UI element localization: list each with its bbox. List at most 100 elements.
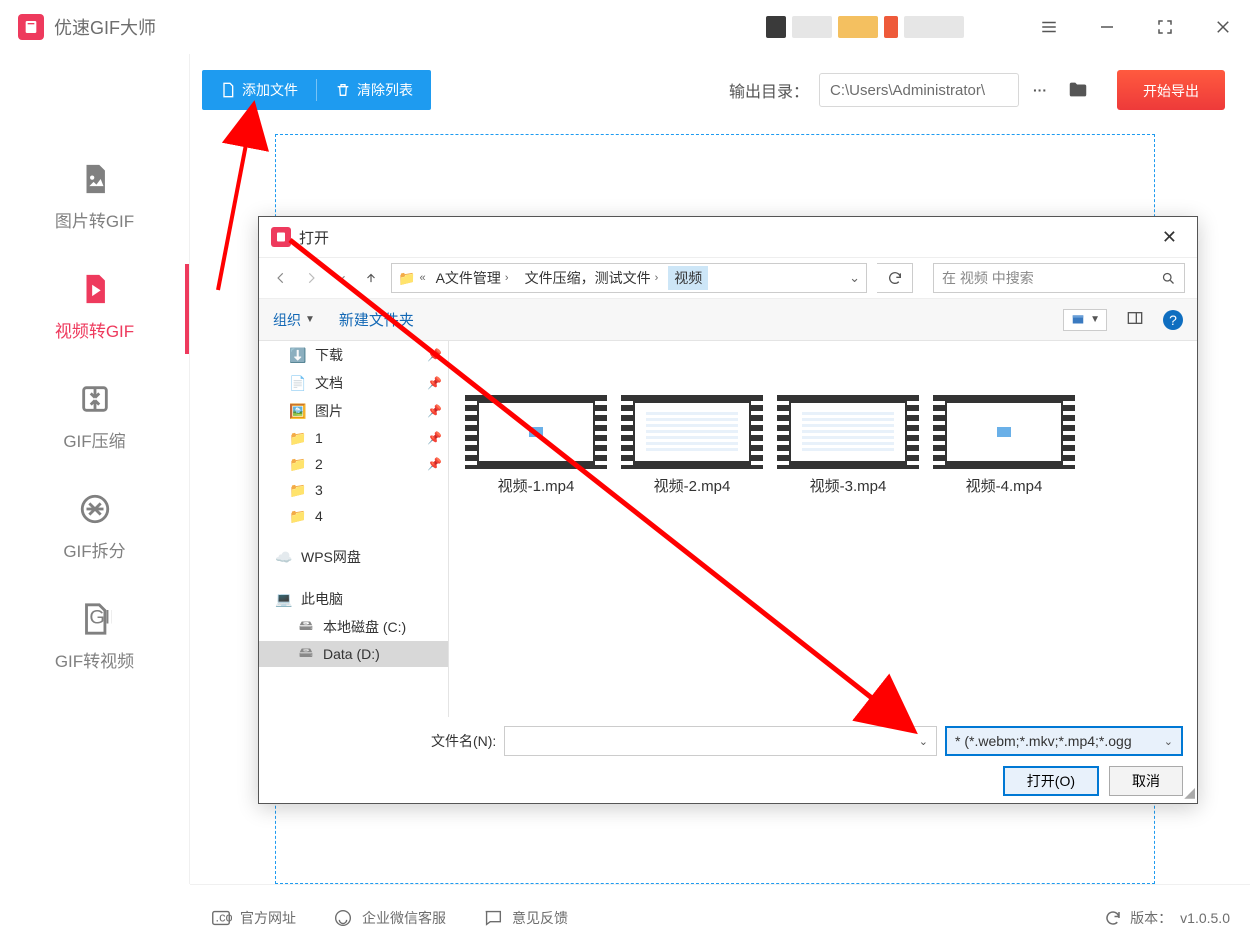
sidebar-item-gifcompress[interactable]: GIF压缩: [0, 364, 189, 474]
tree-item[interactable]: 🖴Data (D:): [259, 641, 448, 667]
filename-input[interactable]: ⌄: [504, 726, 937, 756]
footer-feedback[interactable]: 意见反馈: [482, 907, 568, 929]
tree-item[interactable]: ⬇️ 下载 📌: [259, 341, 448, 369]
file-item[interactable]: 视频-2.mp4: [619, 395, 765, 496]
tree-item[interactable]: 🖴本地磁盘 (C:): [259, 613, 448, 641]
nav-forward-button[interactable]: [301, 268, 321, 288]
resize-grip-icon[interactable]: ◢: [1184, 784, 1195, 801]
tree-item[interactable]: 📁2📌: [259, 451, 448, 477]
breadcrumb-segment[interactable]: 文件压缩，测试文件›: [519, 266, 665, 290]
dialog-bottom: 文件名(N): ⌄ * (*.webm;*.mkv;*.mp4;*.ogg⌄ 打…: [259, 717, 1197, 803]
breadcrumb-segment[interactable]: A文件管理›: [430, 266, 515, 290]
sidebar-item-gif2vid[interactable]: GIF GIF转视频: [0, 584, 189, 694]
chat-icon: [482, 907, 504, 929]
tree-item[interactable]: ☁️WPS网盘: [259, 543, 448, 571]
sidebar-label: GIF转视频: [55, 647, 134, 672]
sidebar-item-gifsplit[interactable]: GIF拆分: [0, 474, 189, 584]
search-input[interactable]: 在 视频 中搜索: [933, 263, 1185, 293]
folder-tree: ⬇️下载📌📄文档📌🖼️图片📌📁1📌📁2📌📁3📁4☁️WPS网盘💻此电脑🖴本地磁盘…: [259, 341, 449, 717]
file-item[interactable]: 视频-4.mp4: [931, 395, 1077, 496]
footer-version[interactable]: 版本： v1.0.5.0: [1104, 908, 1230, 928]
preview-pane-button[interactable]: [1125, 310, 1145, 329]
breadcrumb[interactable]: 📁 « A文件管理› 文件压缩，测试文件› 视频 ⌄: [391, 263, 867, 293]
video-thumbnail: [465, 395, 607, 469]
minimize-icon[interactable]: [1098, 18, 1116, 36]
new-folder-button[interactable]: 新建文件夹: [339, 309, 414, 330]
sidebar-label: GIF压缩: [63, 427, 125, 452]
sidebar-label: 视频转GIF: [55, 317, 134, 342]
gif-file-icon: GIF: [78, 602, 112, 639]
file-item[interactable]: 视频-1.mp4: [463, 395, 609, 496]
footer-website[interactable]: .com 官方网址: [210, 907, 296, 929]
toolbar-button-group: 添加文件 清除列表: [202, 70, 431, 110]
dialog-close-button[interactable]: ✕: [1154, 223, 1185, 252]
sidebar-item-img2gif[interactable]: 图片转GIF: [0, 144, 189, 254]
file-label: 视频-2.mp4: [654, 475, 731, 496]
export-button[interactable]: 开始导出: [1117, 70, 1225, 110]
tree-item-label: 此电脑: [301, 589, 343, 609]
filename-label: 文件名(N):: [431, 731, 496, 751]
tree-item[interactable]: 📁3: [259, 477, 448, 503]
search-placeholder: 在 视频 中搜索: [942, 268, 1034, 288]
sidebar-item-vid2gif[interactable]: 视频转GIF: [0, 254, 189, 364]
filetype-filter[interactable]: * (*.webm;*.mkv;*.mp4;*.ogg⌄: [945, 726, 1183, 756]
file-item[interactable]: 视频-3.mp4: [775, 395, 921, 496]
sidebar: 图片转GIF 视频转GIF GIF压缩 GIF拆分 GIF GIF转视频: [0, 54, 190, 884]
footer-wechat[interactable]: 企业微信客服: [332, 907, 446, 929]
tree-item-label: 下载: [315, 345, 343, 365]
website-icon: .com: [210, 907, 232, 929]
nav-recent-button[interactable]: [331, 268, 351, 288]
folder-icon: 📁: [289, 455, 307, 473]
video-thumbnail: [933, 395, 1075, 469]
open-folder-button[interactable]: [1061, 73, 1095, 107]
app-title: 优速GIF大师: [54, 14, 156, 40]
drive-icon: 🖴: [297, 618, 315, 636]
clear-list-button[interactable]: 清除列表: [317, 70, 431, 110]
breadcrumb-segment-current[interactable]: 视频: [668, 266, 708, 290]
tree-item-label: 2: [315, 456, 323, 472]
pin-icon: 📌: [427, 404, 442, 418]
tree-item-label: 1: [315, 430, 323, 446]
clear-list-label: 清除列表: [357, 80, 413, 100]
version-value: v1.0.5.0: [1180, 910, 1230, 926]
pin-icon: 📌: [427, 348, 442, 362]
fullscreen-icon[interactable]: [1156, 18, 1174, 36]
help-button[interactable]: ?: [1163, 310, 1183, 330]
file-label: 视频-4.mp4: [966, 475, 1043, 496]
output-dir-input[interactable]: C:\Users\Administrator\: [819, 73, 1019, 107]
image-file-icon: [78, 162, 112, 199]
pin-icon: 📌: [427, 376, 442, 390]
toolbar: 添加文件 清除列表 输出目录： C:\Users\Administrator\ …: [190, 54, 1250, 110]
tree-item[interactable]: 🖼️图片📌: [259, 397, 448, 425]
dialog-title: 打开: [299, 227, 329, 248]
footer-wechat-label: 企业微信客服: [362, 908, 446, 928]
drive-icon: 🖴: [297, 645, 315, 663]
nav-back-button[interactable]: [271, 268, 291, 288]
dialog-cancel-button[interactable]: 取消: [1109, 766, 1183, 796]
breadcrumb-dropdown-icon[interactable]: ⌄: [849, 270, 860, 286]
thumbnails-icon: [1070, 313, 1086, 327]
folder-icon: [1067, 79, 1089, 101]
tree-item[interactable]: 📁4: [259, 503, 448, 529]
pin-icon: 📌: [427, 431, 442, 445]
tree-item[interactable]: 📄文档📌: [259, 369, 448, 397]
nav-up-button[interactable]: [361, 268, 381, 288]
add-file-button[interactable]: 添加文件: [202, 70, 316, 110]
dialog-nav: 📁 « A文件管理› 文件压缩，测试文件› 视频 ⌄ 在 视频 中搜索: [259, 257, 1197, 299]
footer: .com 官方网址 企业微信客服 意见反馈 版本： v1.0.5.0: [190, 884, 1250, 950]
view-mode-button[interactable]: ▼: [1063, 309, 1107, 331]
file-open-dialog: 打开 ✕ 📁 « A文件管理› 文件压缩，测试文件› 视频 ⌄ 在 视频 中搜索…: [258, 216, 1198, 804]
organize-button[interactable]: 组织▼: [273, 310, 315, 330]
dialog-toolbar: 组织▼ 新建文件夹 ▼ ?: [259, 299, 1197, 341]
dialog-open-button[interactable]: 打开(O): [1003, 766, 1099, 796]
tree-item[interactable]: 📁1📌: [259, 425, 448, 451]
file-label: 视频-1.mp4: [498, 475, 575, 496]
tree-item[interactable]: 💻此电脑: [259, 585, 448, 613]
menu-icon[interactable]: [1040, 18, 1058, 36]
dl-icon: ⬇️: [289, 346, 307, 364]
refresh-button[interactable]: [877, 263, 913, 293]
cloud-icon: ☁️: [275, 548, 293, 566]
browse-button[interactable]: ···: [1023, 73, 1057, 107]
close-icon[interactable]: [1214, 18, 1232, 36]
refresh-icon: [887, 270, 903, 286]
